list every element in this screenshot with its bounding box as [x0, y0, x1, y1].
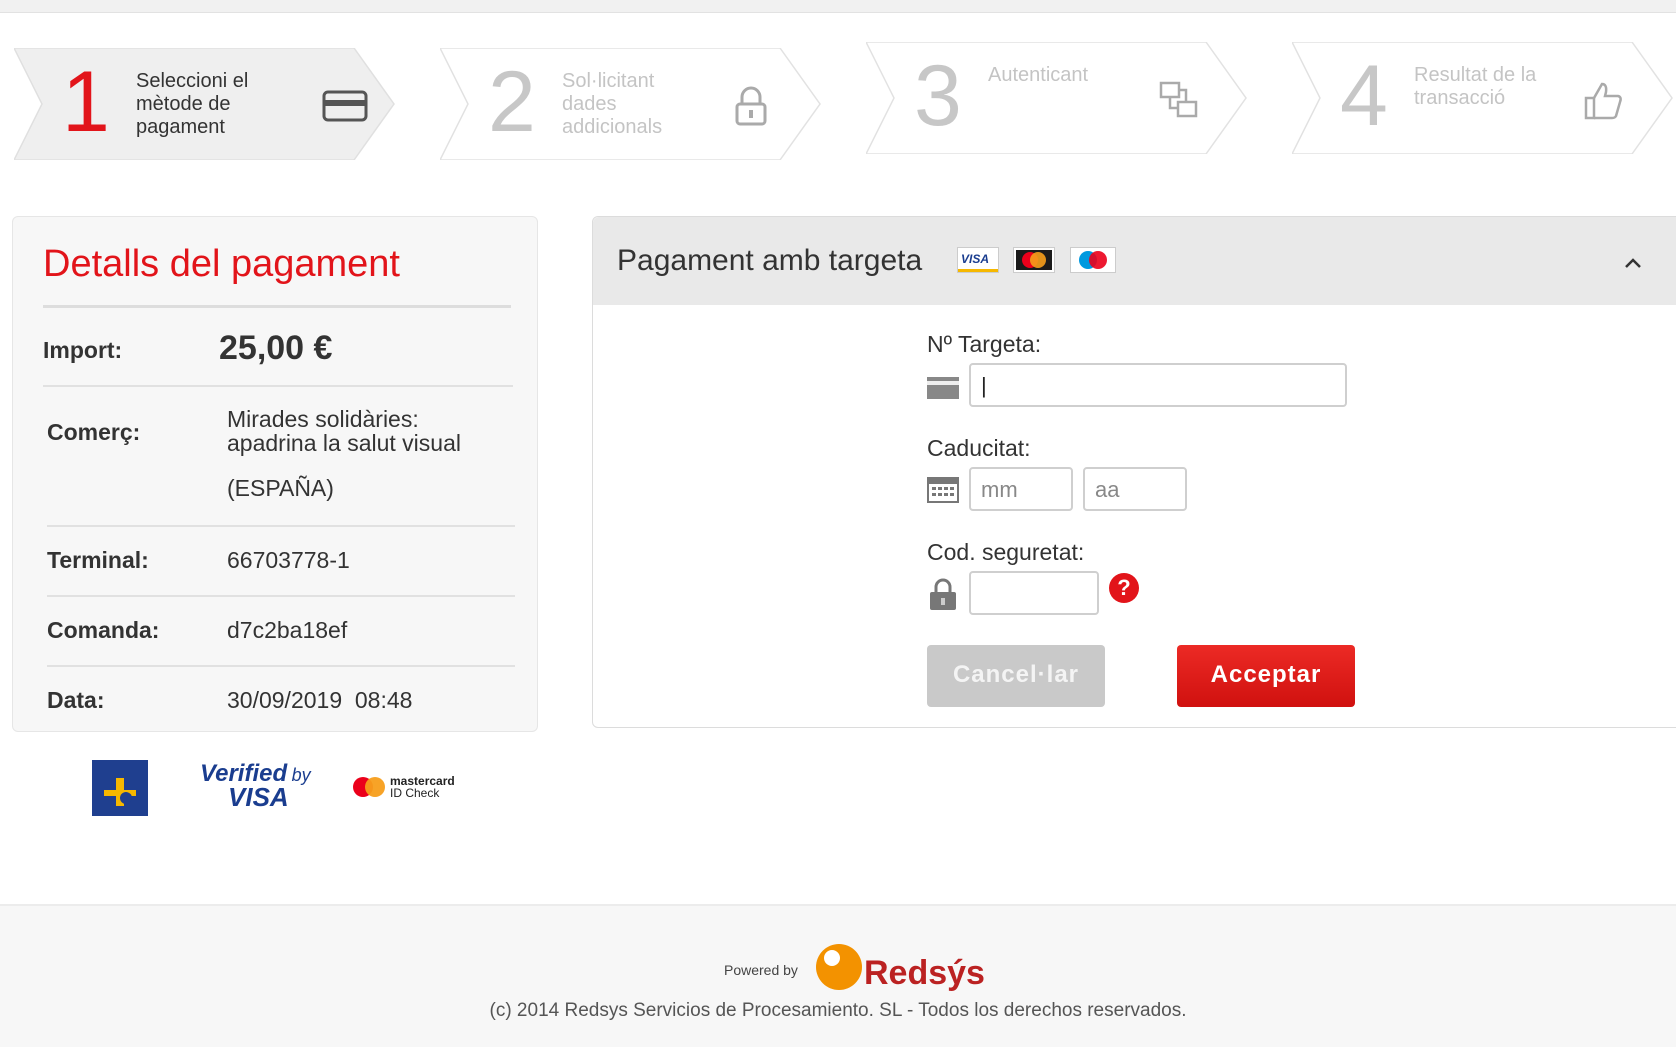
step-4: 4 Resultat de la transacció [1292, 42, 1676, 154]
card-brand-logos: VISA [957, 247, 1116, 273]
cancel-button[interactable]: Cancel·lar [927, 645, 1105, 707]
mastercard-card-icon [1013, 247, 1056, 273]
detail-key: Comerç: [47, 419, 141, 445]
step-number: 2 [488, 54, 536, 150]
step-3: 3 Autenticant [866, 42, 1256, 154]
padlock-icon [929, 577, 957, 616]
detail-key: Comanda: [47, 617, 160, 643]
detail-value: 30/09/2019 08:48 [227, 687, 413, 713]
visa-stripe [958, 269, 998, 272]
expiry-label: Caducitat: [927, 435, 1031, 461]
thumbs-up-icon [1582, 80, 1624, 127]
step-label: Seleccioni el mètode de pagament [136, 70, 249, 138]
mastercard-logo-icon [352, 776, 386, 803]
powered-by-text: Powered by [724, 962, 798, 978]
card-payment-panel: Pagament amb targeta VISA Nº Targeta: | … [592, 216, 1676, 728]
maestro-card-icon [1069, 247, 1116, 273]
payment-details-panel: Detalls del pagament Import: 25,00 € Com… [12, 216, 538, 732]
lock-icon [734, 86, 768, 131]
visa-logo-text: VISA [961, 252, 990, 266]
step-number: 3 [914, 48, 962, 144]
card-number-input[interactable]: | [969, 363, 1347, 407]
step-number: 1 [62, 54, 110, 150]
authentication-icon [1158, 80, 1200, 125]
expiry-year-input[interactable]: aa [1083, 467, 1187, 511]
card-panel-title: Pagament amb targeta [617, 244, 923, 277]
detail-key: Data: [47, 687, 105, 713]
detail-value: 66703778-1 [227, 547, 350, 573]
step-number: 4 [1340, 48, 1388, 144]
cvv-help-icon[interactable]: ? [1109, 573, 1139, 603]
step-1: 1 Seleccioni el mètode de pagament [14, 48, 404, 160]
title-divider [43, 305, 511, 308]
step-label: Resultat de la transacció [1414, 64, 1537, 109]
redsys-logo-icon [814, 942, 864, 997]
copyright-text: (c) 2014 Redsys Servicios de Procesamien… [489, 1000, 1187, 1021]
card-panel-header[interactable]: Pagament amb targeta VISA [593, 217, 1676, 305]
details-title: Detalls del pagament [43, 243, 400, 285]
detail-row-order: Comanda: d7c2ba18ef [47, 597, 515, 667]
visa-logo-icon: VISA [957, 247, 999, 273]
card-number-label: Nº Targeta: [927, 331, 1042, 357]
idcheck-text: ID Check [390, 786, 440, 800]
detail-row-terminal: Terminal: 66703778-1 [47, 527, 515, 597]
card-icon [927, 377, 959, 404]
top-bar [0, 0, 1676, 13]
security-seals: Verified by VISA mastercard ID Check [90, 758, 490, 818]
bank-seal-icon [92, 760, 148, 821]
detail-key: Terminal: [47, 547, 149, 573]
detail-row-date: Data: 30/09/2019 08:48 [47, 667, 515, 727]
detail-row-amount: Import: 25,00 € [43, 315, 513, 387]
calendar-icon [927, 475, 959, 508]
footer: Powered by Redsýs (c) 2014 Redsys Servic… [0, 904, 1676, 1047]
redsys-brand-text: Redsýs [864, 954, 985, 992]
by-text: by [291, 765, 311, 785]
detail-value-amount: 25,00 € [219, 329, 333, 367]
cvv-input[interactable] [969, 571, 1099, 615]
detail-value: d7c2ba18ef [227, 617, 348, 643]
cvv-label: Cod. seguretat: [927, 539, 1085, 565]
detail-value: Mirades solidàries: apadrina la salut vi… [227, 406, 461, 456]
detail-row-merchant: Comerç: Mirades solidàries: apadrina la … [47, 387, 515, 527]
step-label: Autenticant [988, 64, 1089, 86]
collapse-chevron-icon[interactable] [1623, 249, 1643, 277]
visa-text: VISA [228, 782, 289, 812]
detail-key: Import: [43, 337, 123, 363]
step-label: Sol·licitant dades addicionals [562, 70, 663, 138]
verified-by-visa-seal: Verified by VISA [200, 760, 320, 813]
step-2: 2 Sol·licitant dades addicionals [440, 48, 830, 160]
credit-card-icon [322, 90, 368, 127]
detail-value-country: (ESPAÑA) [227, 475, 334, 501]
accept-button[interactable]: Acceptar [1177, 645, 1355, 707]
expiry-month-input[interactable]: mm [969, 467, 1073, 511]
